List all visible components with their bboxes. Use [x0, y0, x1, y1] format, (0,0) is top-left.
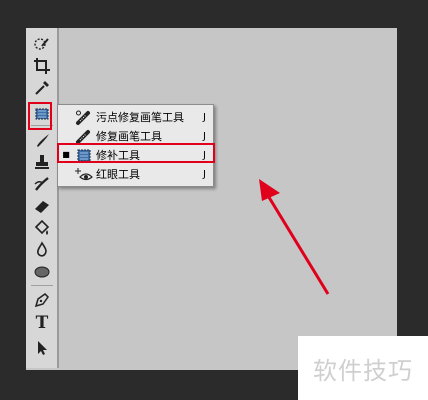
eyedropper-tool-button[interactable]	[30, 78, 54, 98]
history-brush-icon	[34, 177, 49, 191]
watermark-text: 软件技巧	[313, 356, 413, 385]
flyout-item-red-eye[interactable]: 红眼工具 J	[58, 165, 213, 184]
flyout-item-label: 污点修复画笔工具	[96, 111, 184, 124]
crop-icon	[34, 58, 50, 74]
clone-stamp-icon	[35, 155, 49, 169]
path-selection-icon	[38, 341, 47, 355]
tools-panel: T	[26, 28, 58, 368]
document-canvas[interactable]	[26, 28, 397, 370]
history-brush-tool-button[interactable]	[30, 174, 54, 194]
eraser-icon	[35, 201, 49, 213]
flyout-item-shortcut: J	[203, 131, 206, 142]
selected-marker	[62, 131, 70, 141]
quick-selection-tool-button[interactable]	[30, 34, 54, 54]
blur-icon	[37, 241, 47, 257]
eraser-tool-button[interactable]	[30, 196, 54, 216]
pen-tool-button[interactable]	[30, 290, 54, 310]
flyout-item-label: 修复画笔工具	[96, 130, 162, 143]
eyedropper-icon	[35, 81, 49, 95]
selected-marker	[62, 169, 70, 179]
pen-icon	[34, 293, 49, 308]
active-tool-highlight	[28, 102, 52, 130]
dodge-tool-button[interactable]	[30, 262, 54, 282]
blur-tool-button[interactable]	[30, 240, 54, 260]
toolbar-separator	[31, 285, 53, 286]
type-icon: T	[35, 313, 49, 333]
type-tool-button[interactable]: T	[30, 313, 54, 333]
selected-item-highlight	[57, 143, 215, 163]
path-selection-tool-button[interactable]	[30, 338, 54, 358]
spot-healing-brush-icon	[76, 110, 90, 125]
selected-marker	[62, 112, 70, 122]
flyout-item-spot-healing-brush[interactable]: 污点修复画笔工具 J	[58, 108, 213, 127]
dodge-icon	[34, 266, 50, 278]
paint-bucket-icon	[34, 219, 50, 235]
red-eye-icon	[75, 168, 93, 181]
watermark: 软件技巧	[298, 336, 428, 400]
paint-bucket-tool-button[interactable]	[30, 218, 54, 238]
flyout-item-shortcut: J	[203, 112, 206, 123]
crop-tool-button[interactable]	[30, 56, 54, 76]
flyout-item-label: 红眼工具	[96, 168, 140, 181]
brush-icon	[37, 134, 49, 147]
toolbar-border	[57, 28, 59, 368]
quick-selection-icon	[34, 38, 49, 50]
clone-stamp-tool-button[interactable]	[30, 152, 54, 172]
flyout-item-shortcut: J	[203, 169, 206, 180]
brush-tool-button[interactable]	[30, 130, 54, 150]
